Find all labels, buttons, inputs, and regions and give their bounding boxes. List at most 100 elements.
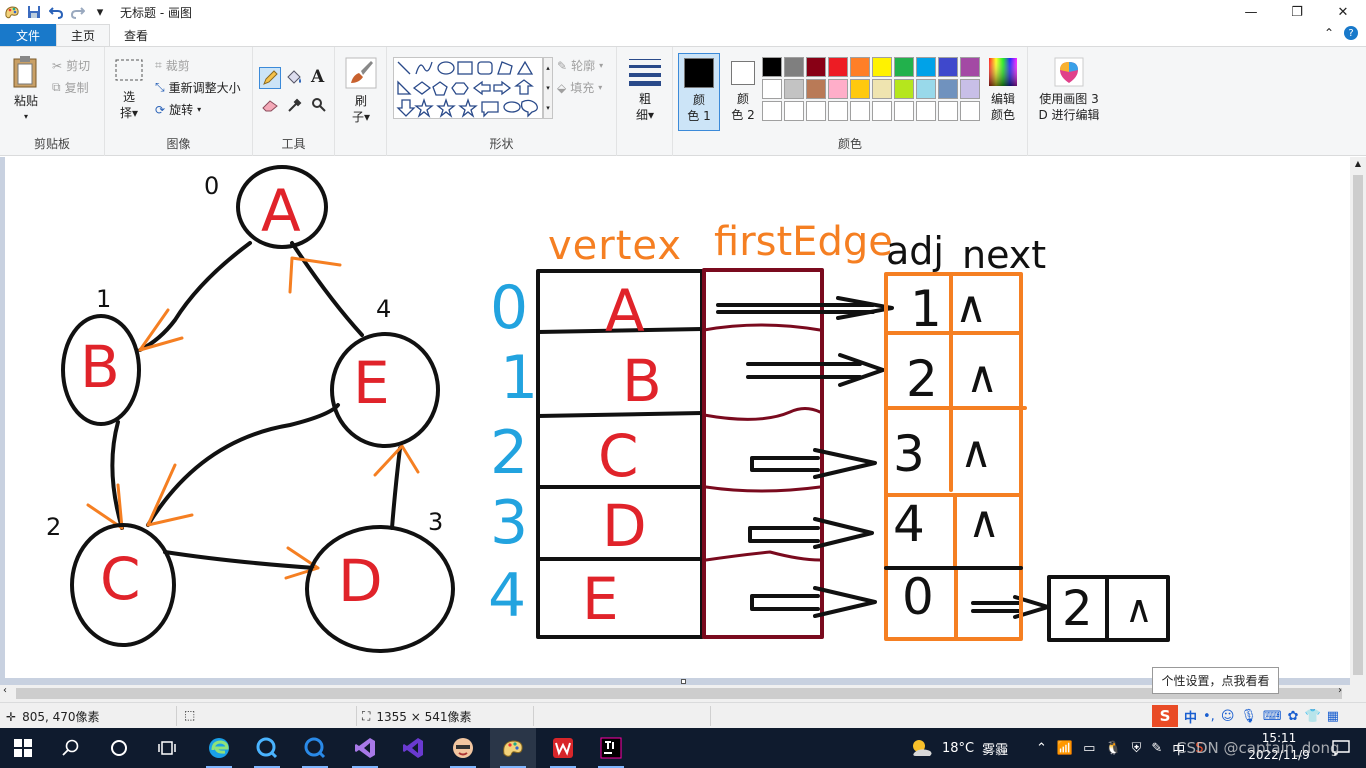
scroll-up-icon[interactable]: ▲	[1350, 157, 1366, 171]
shield-icon[interactable]: ⛨	[1132, 741, 1142, 756]
fill-tool[interactable]	[285, 69, 303, 90]
ime-toolbar[interactable]: S 中 •, ☺ 🎙 ⌨ ✿ 👕 ▦	[1150, 704, 1366, 728]
palette-swatch[interactable]	[894, 101, 914, 121]
palette-swatch[interactable]	[806, 79, 826, 99]
palette-swatch[interactable]	[784, 101, 804, 121]
close-button[interactable]: ✕	[1320, 0, 1366, 24]
microphone-icon[interactable]: 🎙	[1240, 709, 1257, 724]
palette-swatch[interactable]	[916, 101, 936, 121]
shirt-icon[interactable]: 👕	[1305, 709, 1321, 724]
task-view-button[interactable]	[144, 728, 190, 768]
vertical-scrollbar[interactable]: ▲	[1350, 157, 1366, 685]
palette-swatch[interactable]	[872, 79, 892, 99]
paint3d-button[interactable]: 使用画图 3 D 进行编辑	[1032, 57, 1106, 123]
taskbar-avatar-app[interactable]	[440, 728, 486, 768]
toolbox-icon[interactable]: ▦	[1327, 709, 1339, 724]
scroll-left-icon[interactable]: ‹	[3, 685, 7, 696]
palette-swatch[interactable]	[894, 79, 914, 99]
taskbar-visual-studio-2[interactable]	[390, 728, 436, 768]
vertical-scroll-thumb[interactable]	[1353, 175, 1363, 675]
taskbar-jetbrains[interactable]	[588, 728, 634, 768]
scroll-right-icon[interactable]: ›	[1338, 685, 1342, 696]
brushes-button[interactable]: 刷 子▾	[343, 57, 379, 125]
search-button[interactable]	[48, 728, 94, 768]
cut-button[interactable]: ✂ 剪切	[52, 57, 90, 74]
paste-button[interactable]: 粘贴 ▾	[8, 55, 44, 125]
network-icon[interactable]: 📶	[1057, 741, 1073, 756]
palette-swatch[interactable]	[784, 57, 804, 77]
tab-file[interactable]: 文件	[0, 24, 57, 46]
chevron-up-icon[interactable]: ⌃	[1036, 741, 1047, 756]
start-button[interactable]	[0, 728, 46, 768]
taskbar-visual-studio[interactable]	[342, 728, 388, 768]
palette-swatch[interactable]	[894, 57, 914, 77]
palette-swatch[interactable]	[850, 79, 870, 99]
palette-swatch[interactable]	[938, 101, 958, 121]
collapse-ribbon-icon[interactable]: ⌃	[1324, 26, 1334, 40]
emoji-icon[interactable]: ☺	[1221, 709, 1235, 724]
redo-icon[interactable]	[70, 4, 86, 20]
palette-swatch[interactable]	[960, 57, 980, 77]
sogou-logo-icon[interactable]: S	[1152, 705, 1178, 727]
palette-swatch[interactable]	[762, 101, 782, 121]
outline-button[interactable]: ✎ 轮廓 ▾	[557, 57, 603, 74]
battery-icon[interactable]: ▭	[1083, 741, 1095, 756]
palette-swatch[interactable]	[872, 101, 892, 121]
drawing-canvas[interactable]: A 0 B 1 C 2 D 3 E 4 vertex firstEdge adj next 0 A 1 ∧ 1 B 2 ∧…	[5, 157, 1350, 678]
horizontal-scroll-thumb[interactable]	[16, 688, 1342, 699]
fill-button[interactable]: ⬙ 填充 ▾	[557, 79, 602, 96]
palette-swatch[interactable]	[762, 79, 782, 99]
undo-icon[interactable]	[48, 4, 64, 20]
palette-swatch[interactable]	[916, 57, 936, 77]
skin-icon[interactable]: ✿	[1288, 709, 1299, 724]
copy-button[interactable]: ⧉ 复制	[52, 79, 89, 96]
qq-icon[interactable]: 🐧	[1105, 741, 1121, 756]
select-button[interactable]: 选 择▾	[111, 57, 147, 121]
palette-swatch[interactable]	[916, 79, 936, 99]
taskbar-app-blue-1[interactable]	[244, 728, 290, 768]
palette-swatch[interactable]	[806, 101, 826, 121]
paint-app-icon[interactable]	[4, 4, 20, 20]
shapes-gallery[interactable]	[393, 57, 543, 119]
palette-swatch[interactable]	[938, 57, 958, 77]
palette-swatch[interactable]	[828, 57, 848, 77]
eraser-tool[interactable]	[261, 97, 279, 116]
taskbar-wps[interactable]	[540, 728, 586, 768]
shapes-gallery-scroll[interactable]: ▴ ▾ ▾	[543, 57, 553, 119]
pencil-tool[interactable]	[259, 67, 281, 89]
palette-swatch[interactable]	[762, 57, 782, 77]
punctuation-icon[interactable]: •,	[1203, 709, 1215, 724]
text-tool[interactable]: A	[311, 67, 324, 87]
edit-colors-button[interactable]: 编辑 颜色	[983, 57, 1023, 123]
palette-swatch[interactable]	[850, 101, 870, 121]
palette-swatch[interactable]	[872, 57, 892, 77]
pen-icon[interactable]: ✎	[1151, 741, 1162, 756]
weather-widget[interactable]: 18°C 雾霾	[910, 728, 1008, 768]
ime-mode[interactable]: 中	[1184, 707, 1197, 726]
magnifier-tool[interactable]	[311, 97, 327, 116]
rotate-button[interactable]: ⟳ 旋转 ▾	[155, 101, 201, 118]
tab-home[interactable]: 主页	[56, 24, 111, 46]
tab-view[interactable]: 查看	[110, 24, 162, 46]
taskbar-paint[interactable]	[490, 728, 536, 768]
minimize-button[interactable]: —	[1228, 0, 1274, 24]
canvas-resize-handle[interactable]	[681, 679, 686, 684]
palette-swatch[interactable]	[806, 57, 826, 77]
palette-swatch[interactable]	[960, 79, 980, 99]
size-button[interactable]: 粗 细▾	[627, 57, 663, 123]
help-icon[interactable]: ?	[1344, 26, 1358, 40]
taskbar-app-blue-2[interactable]	[292, 728, 338, 768]
save-icon[interactable]	[26, 4, 42, 20]
palette-swatch[interactable]	[960, 101, 980, 121]
palette-swatch[interactable]	[828, 101, 848, 121]
resize-button[interactable]: ⤡ 重新调整大小	[155, 79, 241, 96]
color2-button[interactable]: 颜 色 2	[723, 57, 763, 123]
color1-button[interactable]: 颜 色 1	[678, 53, 720, 131]
palette-swatch[interactable]	[850, 57, 870, 77]
palette-swatch[interactable]	[828, 79, 848, 99]
maximize-button[interactable]: ❐	[1274, 0, 1320, 24]
color-picker-tool[interactable]	[287, 97, 303, 116]
palette-swatch[interactable]	[938, 79, 958, 99]
quick-access-dropdown-icon[interactable]: ▾	[92, 4, 108, 20]
taskbar-edge[interactable]	[196, 728, 242, 768]
